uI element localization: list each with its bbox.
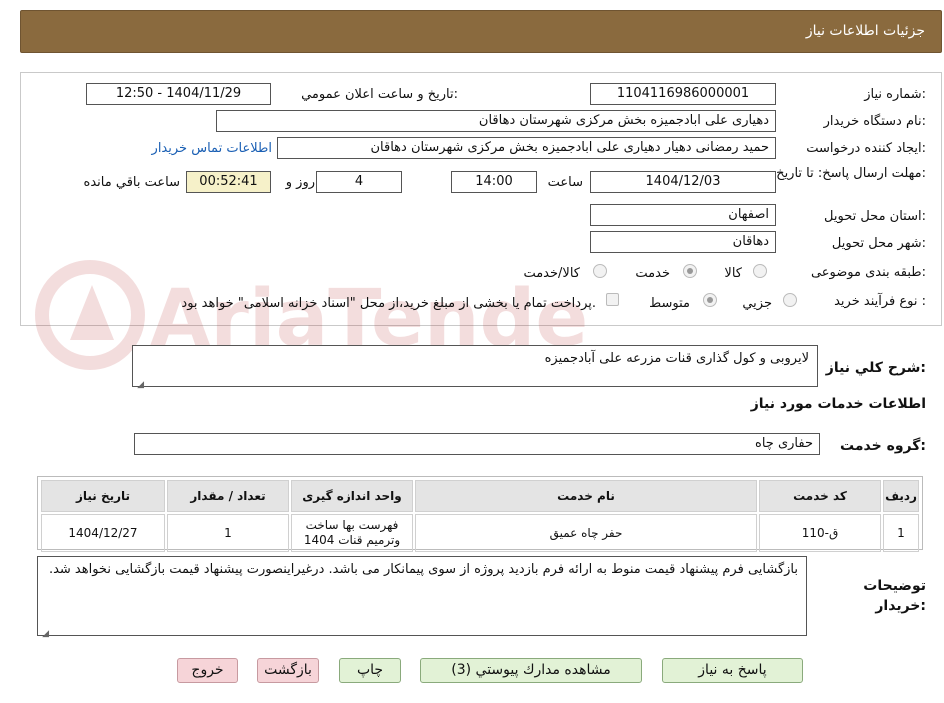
need-number-field: 1104116986000001 — [590, 83, 776, 105]
services-table: رديف كد خدمت نام خدمت واحد اندازه گيری ت… — [37, 476, 923, 552]
city-label: شهر محل تحويل: — [831, 236, 926, 251]
city-field: دهاقان — [590, 231, 776, 253]
remaining-time-label: ساعت باقي مانده — [83, 175, 180, 190]
days-label: روز و — [285, 175, 315, 190]
cell-code: ق-110 — [759, 514, 881, 552]
process-medium-radio[interactable] — [703, 293, 717, 307]
requester-field: حمید رمضانی دهیار دهیاری علی ابادجمیزه ب… — [277, 137, 776, 159]
buyer-notes-label: توضيحات خريدار: — [863, 578, 926, 614]
category-goods-service-label: كالا/خدمت — [523, 266, 580, 281]
services-table-grid: رديف كد خدمت نام خدمت واحد اندازه گيری ت… — [39, 478, 921, 554]
deadline-date-field: 1404/12/03 — [590, 171, 776, 193]
process-minor-radio[interactable] — [783, 293, 797, 307]
summary-label: شرح كلي نياز: — [825, 360, 926, 376]
buyer-org-field: دهیاری علی ابادجمیزه بخش مرکزی شهرستان د… — [216, 110, 776, 132]
deadline-time-field: 14:00 — [451, 171, 537, 193]
category-goods-service-radio[interactable] — [593, 264, 607, 278]
resize-grip-icon: ◢ — [42, 629, 49, 639]
reply-button[interactable]: پاسخ به نياز — [662, 658, 803, 683]
col-date: تاريخ نياز — [41, 480, 165, 512]
process-label: نوع فرآيند خريد : — [834, 294, 926, 309]
services-title: اطلاعات خدمات مورد نياز — [750, 396, 926, 412]
col-name: نام خدمت — [415, 480, 757, 512]
category-service-radio[interactable] — [683, 264, 697, 278]
print-button[interactable]: چاپ — [339, 658, 401, 683]
announce-datetime-label: تاريخ و ساعت اعلان عمومي: — [301, 87, 458, 102]
days-field: 4 — [316, 171, 402, 193]
province-field: اصفهان — [590, 204, 776, 226]
summary-text: لایروبی و کول گذاری قنات مزرعه علی آبادج… — [544, 351, 809, 366]
treasury-note: پرداخت تمام یا بخشی از مبلغ خرید،از محل … — [181, 296, 596, 311]
category-label: طبقه بندی موضوعی: — [810, 265, 926, 280]
page-title: جزئيات اطلاعات نياز — [805, 23, 925, 39]
process-minor-label: جزيي — [742, 296, 772, 311]
summary-field: لایروبی و کول گذاری قنات مزرعه علی آبادج… — [132, 345, 818, 390]
col-qty: تعداد / مقدار — [167, 480, 289, 512]
treasury-checkbox[interactable] — [606, 293, 619, 306]
col-row: رديف — [883, 480, 919, 512]
category-service-label: خدمت — [635, 266, 670, 281]
table-row: 1 ق-110 حفر چاه عمیق فهرست بها ساخت وترم… — [41, 514, 919, 552]
back-button[interactable]: بازگشت — [257, 658, 319, 683]
service-group-label: گروه خدمت: — [840, 438, 926, 454]
cell-qty: 1 — [167, 514, 289, 552]
page-header: جزئيات اطلاعات نياز — [20, 10, 942, 53]
deadline-time-label: ساعت — [547, 175, 583, 190]
requester-label: ايجاد كننده درخواست: — [806, 141, 926, 156]
col-unit: واحد اندازه گيری — [291, 480, 413, 512]
remaining-time-field: 00:52:41 — [186, 171, 271, 193]
cell-name: حفر چاه عمیق — [415, 514, 757, 552]
buyer-notes-text: بازگشایی فرم پیشنهاد قیمت منوط به ارائه … — [48, 562, 798, 577]
cell-date: 1404/12/27 — [41, 514, 165, 552]
buyer-contact-link[interactable]: اطلاعات تماس خريدار — [152, 141, 272, 156]
exit-button[interactable]: خروج — [177, 658, 238, 683]
col-code: كد خدمت — [759, 480, 881, 512]
attachments-button[interactable]: مشاهده مدارك پيوستي (3) — [420, 658, 642, 683]
category-goods-radio[interactable] — [753, 264, 767, 278]
resize-grip-icon: ◢ — [137, 380, 144, 390]
need-number-label: شماره نياز: — [864, 87, 926, 102]
category-goods-label: كالا — [724, 266, 742, 281]
table-header-row: رديف كد خدمت نام خدمت واحد اندازه گيری ت… — [41, 480, 919, 512]
announce-datetime-field: 1404/11/29 - 12:50 — [86, 83, 271, 105]
buyer-notes-field: بازگشایی فرم پیشنهاد قیمت منوط به ارائه … — [37, 556, 807, 639]
buyer-org-label: نام دستگاه خريدار: — [823, 114, 926, 129]
cell-unit: فهرست بها ساخت وترمیم قنات 1404 — [291, 514, 413, 552]
process-medium-label: متوسط — [649, 296, 690, 311]
province-label: استان محل تحويل: — [824, 209, 926, 224]
cell-row: 1 — [883, 514, 919, 552]
deadline-label: مهلت ارسال پاسخ: تا تاريخ: — [776, 166, 926, 181]
service-group-field: حفاری چاه — [134, 433, 820, 455]
